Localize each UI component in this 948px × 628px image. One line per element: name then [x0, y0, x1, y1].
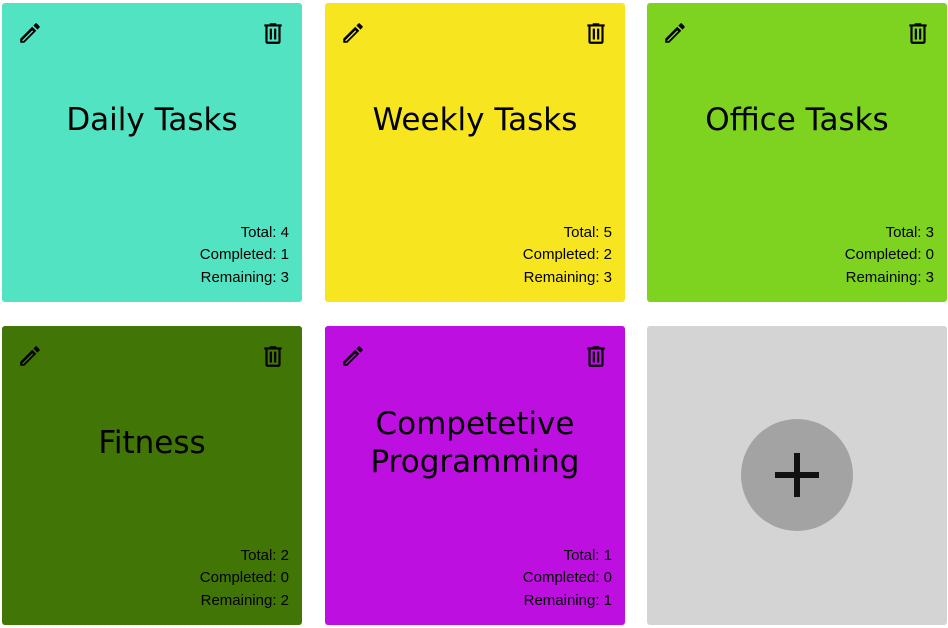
trash-icon	[264, 346, 282, 367]
add-list-card	[647, 326, 947, 625]
add-list-button[interactable]	[741, 419, 853, 531]
remaining-count: Remaining: 2	[200, 591, 289, 609]
pencil-icon	[343, 346, 363, 366]
delete-button[interactable]	[583, 343, 609, 369]
completed-count: Completed: 1	[199, 246, 289, 263]
edit-button[interactable]	[340, 343, 366, 369]
trash-icon	[909, 23, 927, 44]
edit-button[interactable]	[17, 343, 43, 369]
delete-button[interactable]	[905, 20, 931, 46]
task-stats: Total: 5 Completed: 2 Remaining: 3	[523, 222, 612, 290]
total-count: Total: 1	[563, 546, 612, 564]
pencil-icon	[20, 23, 40, 43]
card-title: Daily Tasks	[66, 102, 238, 138]
total-count: Total: 2	[240, 546, 289, 564]
pencil-icon	[665, 23, 685, 43]
pencil-icon	[20, 346, 40, 366]
task-list-card[interactable]: Weekly Tasks Total: 5 Completed: 2 Remai…	[325, 3, 625, 302]
delete-button[interactable]	[260, 343, 286, 369]
card-title: Weekly Tasks	[372, 102, 578, 138]
edit-button[interactable]	[17, 20, 43, 46]
card-title: Office Tasks	[705, 102, 889, 138]
task-list-card[interactable]: Office Tasks Total: 3 Completed: 0 Remai…	[647, 3, 947, 302]
task-stats: Total: 2 Completed: 0 Remaining: 2	[200, 545, 289, 613]
total-count: Total: 3	[885, 223, 934, 241]
edit-button[interactable]	[340, 20, 366, 46]
task-list-card[interactable]: Daily Tasks Total: 4 Completed: 1 Remain…	[2, 3, 302, 302]
trash-icon	[587, 23, 605, 44]
trash-icon	[587, 346, 605, 367]
edit-button[interactable]	[662, 20, 688, 46]
task-stats: Total: 1 Completed: 0 Remaining: 1	[523, 545, 612, 613]
card-title: Fitness	[98, 425, 206, 461]
remaining-count: Remaining: 3	[845, 268, 934, 286]
delete-button[interactable]	[260, 20, 286, 46]
completed-count: Completed: 0	[522, 569, 612, 586]
completed-count: Completed: 0	[199, 569, 289, 586]
trash-icon	[264, 23, 282, 44]
task-list-card[interactable]: Fitness Total: 2 Completed: 0 Remaining:…	[2, 326, 302, 625]
total-count: Total: 4	[240, 223, 289, 241]
remaining-count: Remaining: 1	[523, 591, 612, 609]
completed-count: Completed: 2	[522, 246, 612, 263]
total-count: Total: 5	[563, 223, 612, 241]
completed-count: Completed: 0	[844, 246, 934, 263]
plus-icon	[775, 453, 819, 497]
card-title: Competetive Programming	[370, 406, 580, 480]
remaining-count: Remaining: 3	[200, 268, 289, 286]
task-stats: Total: 4 Completed: 1 Remaining: 3	[200, 222, 289, 290]
task-list-card[interactable]: Competetive Programming Total: 1 Complet…	[325, 326, 625, 625]
pencil-icon	[343, 23, 363, 43]
task-stats: Total: 3 Completed: 0 Remaining: 3	[845, 222, 934, 290]
remaining-count: Remaining: 3	[523, 268, 612, 286]
delete-button[interactable]	[583, 20, 609, 46]
task-list-grid: Daily Tasks Total: 4 Completed: 1 Remain…	[0, 0, 948, 628]
